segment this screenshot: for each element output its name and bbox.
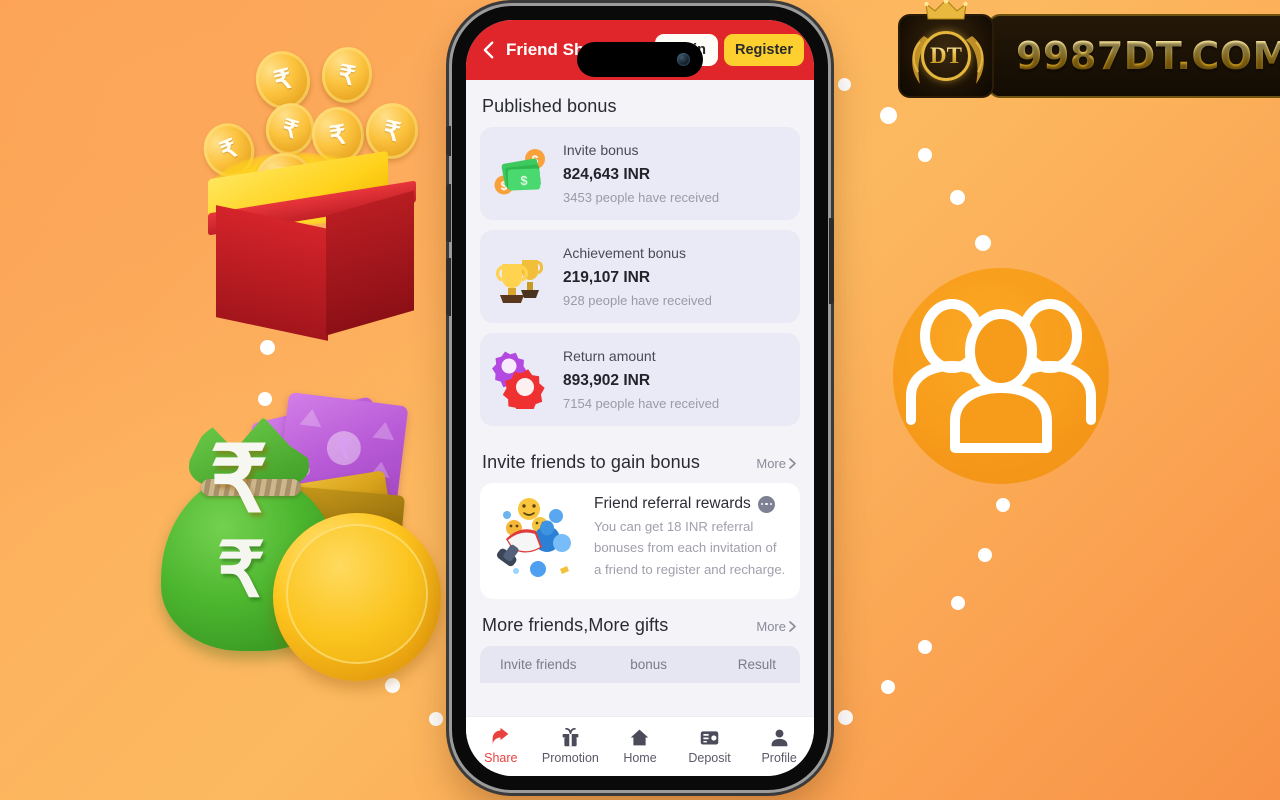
- gears-icon: [492, 351, 550, 414]
- ellipsis-badge-icon[interactable]: [757, 495, 775, 513]
- referral-card-text: Friend referral rewards You can get 18 I…: [594, 495, 786, 580]
- referral-title: Friend referral rewards: [594, 495, 751, 512]
- more-gifts-header: More friends,More gifts More: [480, 599, 800, 646]
- tab-label: Deposit: [688, 751, 731, 765]
- front-camera-icon: [677, 53, 690, 66]
- gift-box-illustration: ₹ ₹ ₹ ₹ ₹ ₹ ₹ ₹: [160, 43, 440, 341]
- decorative-dot: [950, 190, 965, 205]
- volume-up-button[interactable]: [446, 184, 451, 242]
- gift-box-front: [216, 205, 328, 341]
- tab-label: Profile: [761, 751, 797, 765]
- power-button[interactable]: [829, 218, 834, 304]
- rupee-coin: ₹: [317, 43, 377, 107]
- bottom-tab-bar: Share Promotion Home Deposit Profile: [466, 716, 814, 776]
- bonus-received-count: 7154 people have received: [563, 396, 720, 411]
- chevron-right-icon: [789, 458, 796, 469]
- invite-more-link[interactable]: More: [756, 456, 798, 471]
- phone-mockup: Friend Sharing Login Register Published …: [446, 6, 834, 790]
- section-title: Published bonus: [482, 96, 617, 116]
- referral-description: You can get 18 INR referral bonuses from…: [594, 519, 786, 577]
- chevron-right-icon: [789, 621, 796, 632]
- domain-text: 9987DT.COM: [1016, 34, 1280, 78]
- bonus-name: Achievement bonus: [563, 245, 686, 261]
- money-bills-icon: $ $ $: [492, 145, 550, 203]
- decorative-dot: [996, 498, 1010, 512]
- decorative-dot: [881, 680, 895, 694]
- tab-profile[interactable]: Profile: [744, 726, 814, 765]
- decorative-dot: [260, 340, 275, 355]
- bonus-card-text: Return amount 893,902 INR 7154 people ha…: [563, 348, 719, 411]
- gifts-more-link[interactable]: More: [756, 619, 798, 634]
- crest-text: DT: [930, 43, 962, 68]
- bonus-card[interactable]: $ $ $ Invite bonus 824,643 INR 3453 peop…: [480, 127, 800, 220]
- logo-plate: 9987DT.COM: [988, 14, 1280, 98]
- decorative-dot: [918, 148, 932, 162]
- rupee-coin-symbol: ₹: [209, 428, 269, 531]
- bonus-name: Invite bonus: [563, 142, 639, 158]
- section-title: Invite friends to gain bonus: [482, 452, 700, 472]
- referral-rewards-card[interactable]: Friend referral rewards You can get 18 I…: [480, 483, 800, 599]
- group-icon-circle: [893, 268, 1109, 484]
- bonus-amount: 219,107 INR: [563, 269, 651, 286]
- invite-friends-header: Invite friends to gain bonus More: [480, 436, 800, 483]
- crest-ring: DT: [921, 31, 971, 81]
- gifts-table-header: Invite friends bonus Result: [480, 646, 800, 683]
- gift-box-side: [326, 190, 414, 336]
- decorative-dot: [838, 710, 853, 725]
- tab-deposit[interactable]: Deposit: [675, 726, 745, 765]
- money-bag-illustration: ₹ ₹ ₹: [155, 392, 455, 681]
- tab-home[interactable]: Home: [605, 726, 675, 765]
- published-bonus-header: Published bonus: [480, 80, 800, 127]
- app-content: Published bonus $ $ $: [466, 80, 814, 716]
- bonus-card[interactable]: Achievement bonus 219,107 INR 928 people…: [480, 230, 800, 323]
- wallet-icon: [699, 726, 720, 748]
- phone-screen: Friend Sharing Login Register Published …: [466, 20, 814, 776]
- trophy-icon: [492, 248, 550, 306]
- chevron-left-icon[interactable]: [478, 39, 500, 61]
- promo-banner: ₹ ₹ ₹ ₹ ₹ ₹ ₹ ₹ ₹ ₹: [0, 0, 1280, 800]
- home-icon: [629, 726, 650, 748]
- decorative-dot: [918, 640, 932, 654]
- bonus-card[interactable]: Return amount 893,902 INR 7154 people ha…: [480, 333, 800, 426]
- dynamic-island: [577, 42, 703, 77]
- tab-promotion[interactable]: Promotion: [536, 726, 606, 765]
- bonus-card-text: Invite bonus 824,643 INR 3453 people hav…: [563, 142, 719, 205]
- bonus-received-count: 928 people have received: [563, 293, 712, 308]
- more-label: More: [756, 456, 786, 471]
- mute-switch[interactable]: [446, 126, 451, 156]
- bonus-amount: 824,643 INR: [563, 166, 651, 183]
- decorative-dot: [838, 78, 851, 91]
- person-icon: [769, 726, 790, 748]
- tab-label: Home: [623, 751, 657, 765]
- table-column-result: Result: [737, 657, 776, 672]
- gift-icon: [560, 726, 581, 748]
- megaphone-icon: [490, 495, 586, 587]
- section-title: More friends,More gifts: [482, 615, 669, 635]
- bonus-name: Return amount: [563, 348, 656, 364]
- svg-text:$: $: [520, 173, 528, 188]
- dt-crest-badge: DT: [898, 0, 994, 98]
- decorative-dot: [429, 712, 443, 726]
- bonus-amount: 893,902 INR: [563, 372, 651, 389]
- volume-down-button[interactable]: [446, 258, 451, 316]
- tab-share[interactable]: Share: [466, 726, 536, 765]
- share-icon: [490, 726, 511, 748]
- tab-label: Promotion: [541, 751, 599, 765]
- decorative-dot: [978, 548, 992, 562]
- bonus-card-text: Achievement bonus 219,107 INR 928 people…: [563, 245, 712, 308]
- tab-label: Share: [484, 751, 518, 765]
- decorative-dot: [951, 596, 965, 610]
- more-label: More: [756, 619, 786, 634]
- brand-logo: DT 9987DT.COM: [898, 0, 1280, 98]
- decorative-dot: [385, 678, 400, 693]
- decorative-dot: [880, 107, 897, 124]
- referral-title-row: Friend referral rewards: [594, 495, 786, 513]
- register-button[interactable]: Register: [723, 34, 804, 66]
- three-people-group-icon: [906, 299, 1096, 453]
- decorative-dot: [975, 235, 991, 251]
- table-column-bonus: bonus: [630, 657, 668, 672]
- bonus-received-count: 3453 people have received: [563, 190, 720, 205]
- table-column-invite-friends: Invite friends: [500, 657, 577, 672]
